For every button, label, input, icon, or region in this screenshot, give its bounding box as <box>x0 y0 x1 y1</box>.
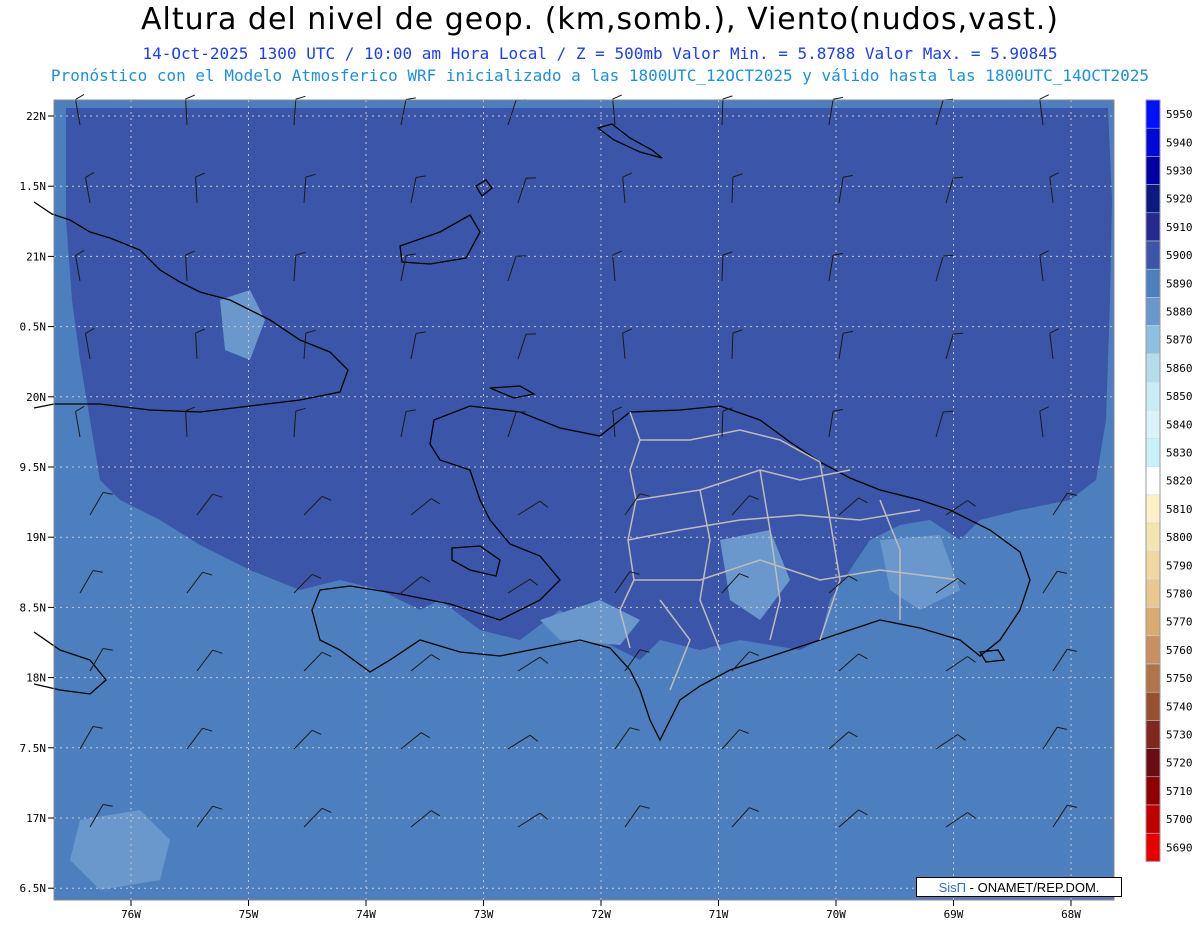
lat-label: 19N <box>26 531 46 544</box>
colorbar-swatch <box>1145 381 1161 411</box>
colorbar-label: 5690 <box>1166 841 1193 854</box>
lon-label: 71W <box>709 908 729 921</box>
map-figure: 22N 1.5N 21N 0.5N 20N 9.5N 19N 8.5N 18N 7.5N 17N 6.… <box>20 93 1193 921</box>
colorbar-swatch <box>1145 522 1161 552</box>
lon-label: 76W <box>121 908 141 921</box>
wind-barb-feather <box>612 94 623 100</box>
colorbar-swatch <box>1145 240 1161 270</box>
colorbar-swatch <box>1145 466 1161 496</box>
colorbar-label: 5740 <box>1166 700 1193 713</box>
colorbar-label: 5730 <box>1166 729 1193 742</box>
colorbar-label: 5840 <box>1166 418 1193 431</box>
lat-label: 18N <box>26 672 46 685</box>
credit-box: SisΠ - ONAMET/REP.DOM. <box>916 877 1122 897</box>
colorbar-label: 5780 <box>1166 588 1193 601</box>
colorbar-swatch <box>1145 297 1161 326</box>
lon-label: 68W <box>1061 908 1081 921</box>
lon-label: 75W <box>239 908 259 921</box>
lat-label: 20N <box>26 391 46 404</box>
lat-label: 0.5N <box>20 321 47 334</box>
longitude-labels: 76W 75W 74W 73W 72W 71W 70W 69W 68W <box>121 900 1081 921</box>
colorbar-label: 5930 <box>1166 165 1193 178</box>
wind-barb-feather <box>722 95 733 100</box>
lat-label: 8.5N <box>20 601 47 614</box>
colorbar-swatch <box>1145 748 1161 778</box>
colorbar-swatch <box>1145 550 1161 580</box>
colorbar-label: 5720 <box>1166 757 1193 770</box>
wind-barb-feather <box>943 254 954 257</box>
colorbar-label: 5760 <box>1166 644 1193 657</box>
colorbar-label: 5920 <box>1166 193 1193 206</box>
colorbar: 5950 5940 5930 5920 5910 5900 5890 5880 5870 5860… <box>1145 99 1193 862</box>
colorbar-label: 5880 <box>1166 306 1193 319</box>
lat-label: 1.5N <box>20 180 47 193</box>
colorbar-swatch <box>1145 804 1161 834</box>
lon-label: 69W <box>944 908 964 921</box>
colorbar-label: 5890 <box>1166 277 1193 290</box>
wind-barb-feather <box>953 332 964 335</box>
colorbar-label: 5860 <box>1166 362 1193 375</box>
wind-barb-feather <box>295 95 306 100</box>
colorbar-label: 5700 <box>1166 813 1193 826</box>
colorbar-label: 5950 <box>1166 108 1193 121</box>
colorbar-swatch <box>1145 776 1161 806</box>
colorbar-swatch <box>1145 607 1161 637</box>
sispi-logo: SisΠ <box>938 880 967 895</box>
lat-label: 9.5N <box>20 461 47 474</box>
lon-label: 72W <box>591 908 611 921</box>
colorbar-swatch <box>1145 635 1161 665</box>
colorbar-label: 5790 <box>1166 559 1193 572</box>
colorbar-swatch <box>1145 212 1161 242</box>
lat-label: 22N <box>26 110 46 123</box>
lat-label: 17N <box>26 812 46 825</box>
colorbar-swatch <box>1145 438 1161 467</box>
wind-barb-feather <box>1039 94 1049 100</box>
lat-label: 21N <box>26 250 46 263</box>
colorbar-label: 5850 <box>1166 390 1193 403</box>
colorbar-swatch <box>1145 832 1161 862</box>
colorbar-swatch <box>1145 353 1161 383</box>
colorbar-swatch <box>1145 99 1161 129</box>
colorbar-swatch <box>1145 579 1161 608</box>
colorbar-swatch <box>1145 494 1161 524</box>
lon-label: 74W <box>356 908 376 921</box>
colorbar-swatch <box>1145 127 1161 157</box>
lat-label: 6.5N <box>20 882 47 895</box>
colorbar-label: 5750 <box>1166 672 1193 685</box>
colorbar-swatch <box>1145 156 1161 185</box>
wind-barb-feather <box>185 94 195 100</box>
latitude-labels: 22N 1.5N 21N 0.5N 20N 9.5N 19N 8.5N 18N 7.5N 17N 6.… <box>20 110 54 895</box>
colorbar-label: 5810 <box>1166 503 1193 516</box>
colorbar-swatch <box>1145 409 1161 439</box>
colorbar-label: 5870 <box>1166 334 1193 347</box>
colorbar-label: 5830 <box>1166 447 1193 460</box>
colorbar-swatch <box>1145 184 1161 214</box>
lon-label: 73W <box>474 908 494 921</box>
colorbar-swatch <box>1145 720 1161 749</box>
colorbar-swatch <box>1145 663 1161 693</box>
wind-barb-feather <box>943 410 954 413</box>
colorbar-label: 5800 <box>1166 531 1193 544</box>
colorbar-swatch <box>1145 325 1161 355</box>
wind-barb-feather <box>405 97 416 100</box>
wind-barb-feather <box>953 176 964 179</box>
credit-text: - ONAMET/REP.DOM. <box>969 880 1100 895</box>
colorbar-label: 5910 <box>1166 221 1193 234</box>
colorbar-label: 5770 <box>1166 616 1193 629</box>
colorbar-label: 5820 <box>1166 475 1193 488</box>
lon-label: 70W <box>826 908 846 921</box>
wind-barb-feather <box>833 96 843 100</box>
colorbar-swatch <box>1145 691 1161 721</box>
colorbar-swatch <box>1145 268 1161 298</box>
colorbar-label: 5710 <box>1166 785 1193 798</box>
colorbar-label: 5900 <box>1166 249 1193 262</box>
lat-label: 7.5N <box>20 742 47 755</box>
wind-barb-feather <box>75 93 85 100</box>
colorbar-label: 5940 <box>1166 136 1193 149</box>
